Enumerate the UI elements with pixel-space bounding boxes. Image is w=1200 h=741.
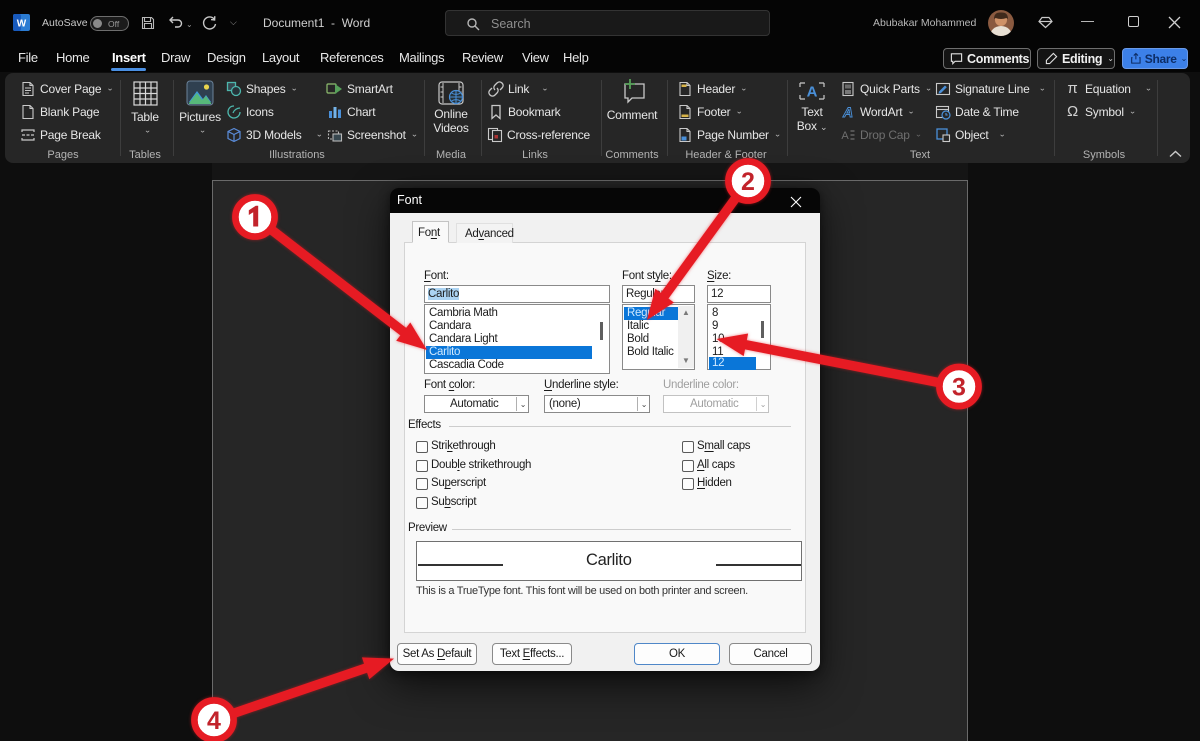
- svg-text:4: 4: [207, 707, 221, 735]
- svg-text:3: 3: [952, 374, 966, 402]
- svg-text:2: 2: [741, 168, 755, 196]
